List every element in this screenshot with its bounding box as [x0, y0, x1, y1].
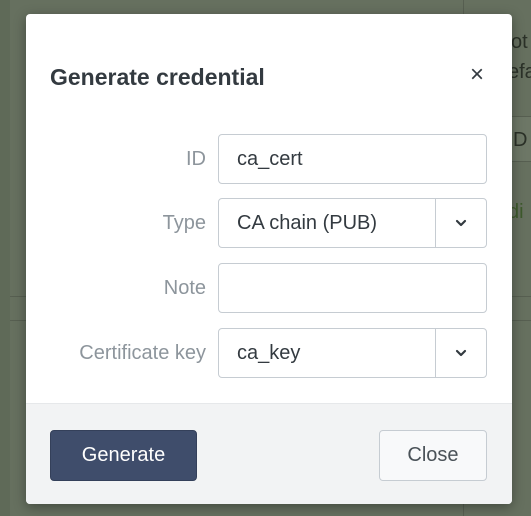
form-row-id: ID ca_cert [26, 134, 512, 184]
type-selected-value: CA chain (PUB) [237, 212, 378, 234]
id-label: ID [186, 148, 206, 170]
background-text: ot [511, 31, 528, 53]
type-select[interactable]: CA chain (PUB) [218, 198, 487, 248]
note-field[interactable] [218, 263, 487, 313]
certificate-key-label: Certificate key [79, 342, 206, 364]
chevron-down-icon[interactable] [435, 199, 486, 247]
close-button[interactable]: Close [379, 430, 487, 481]
generate-button[interactable]: Generate [50, 430, 197, 481]
form-row-note: Note [26, 263, 512, 313]
form-row-certificate-key: Certificate key ca_key [26, 328, 512, 378]
certificate-key-select[interactable]: ca_key [218, 328, 487, 378]
id-field[interactable]: ca_cert [218, 134, 487, 184]
form-row-type: Type CA chain (PUB) [26, 198, 512, 248]
type-label: Type [162, 212, 206, 234]
dialog-title: Generate credential [50, 64, 265, 90]
note-label: Note [163, 277, 206, 299]
close-icon[interactable]: × [462, 60, 492, 90]
chevron-down-icon[interactable] [435, 329, 486, 377]
dialog-footer: Generate Close [26, 403, 512, 504]
certificate-key-selected-value: ca_key [237, 342, 301, 364]
generate-credential-dialog: Generate credential × ID ca_cert Type CA… [26, 14, 512, 504]
background-text: D [513, 129, 528, 151]
